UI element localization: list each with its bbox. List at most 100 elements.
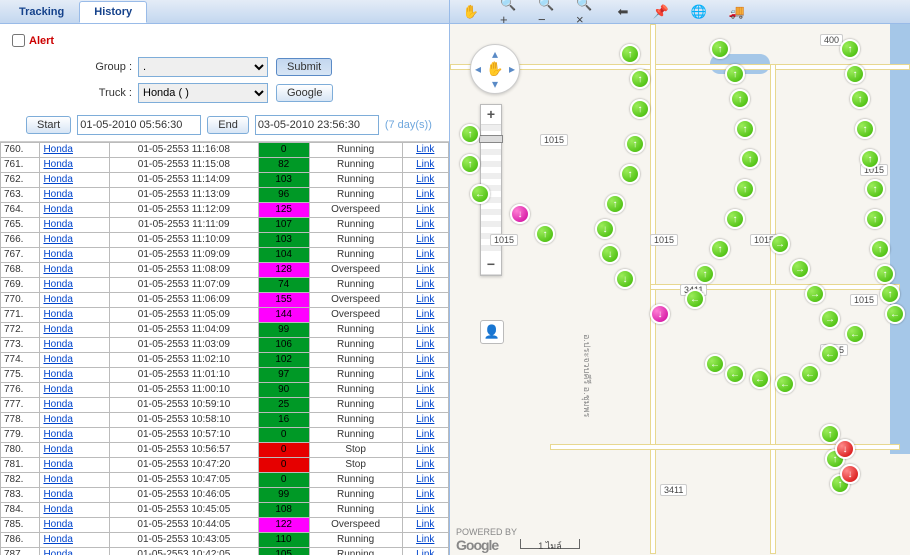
row-link[interactable]: Link <box>402 188 448 203</box>
map-marker[interactable]: ↑ <box>620 164 640 184</box>
history-table-wrap[interactable]: 760.Honda01-05-2553 11:16:080RunningLink… <box>0 141 449 555</box>
row-truck[interactable]: Honda <box>40 458 110 473</box>
row-link[interactable]: Link <box>402 428 448 443</box>
map-marker[interactable]: ← <box>470 184 490 204</box>
pan-south[interactable]: ▾ <box>492 77 498 91</box>
map-marker[interactable]: ↑ <box>460 124 480 144</box>
map-marker[interactable]: ↑ <box>875 264 895 284</box>
row-truck[interactable]: Honda <box>40 503 110 518</box>
map-marker[interactable]: ↑ <box>870 239 890 259</box>
map-marker[interactable]: ↑ <box>605 194 625 214</box>
map-marker[interactable]: ↑ <box>735 179 755 199</box>
pan-west[interactable]: ◂ <box>475 62 481 76</box>
zoom-in[interactable]: + <box>481 105 501 125</box>
map-marker[interactable]: ← <box>750 369 770 389</box>
map-marker[interactable]: ← <box>725 364 745 384</box>
start-button[interactable]: Start <box>26 116 71 134</box>
row-truck[interactable]: Honda <box>40 263 110 278</box>
map-marker[interactable]: ← <box>885 304 905 324</box>
globe-tool[interactable]: 🌐 <box>690 3 708 21</box>
end-button[interactable]: End <box>207 116 249 134</box>
row-link[interactable]: Link <box>402 308 448 323</box>
map-marker[interactable]: ↑ <box>735 119 755 139</box>
row-link[interactable]: Link <box>402 458 448 473</box>
row-link[interactable]: Link <box>402 533 448 548</box>
row-link[interactable]: Link <box>402 248 448 263</box>
tab-history[interactable]: History <box>79 1 147 23</box>
row-truck[interactable]: Honda <box>40 203 110 218</box>
row-link[interactable]: Link <box>402 368 448 383</box>
row-truck[interactable]: Honda <box>40 143 110 158</box>
row-truck[interactable]: Honda <box>40 173 110 188</box>
map-marker[interactable]: ↑ <box>865 179 885 199</box>
map-marker[interactable]: ← <box>800 364 820 384</box>
map-marker[interactable]: → <box>770 234 790 254</box>
map-marker[interactable]: ↑ <box>630 69 650 89</box>
map-marker[interactable]: ← <box>820 344 840 364</box>
row-link[interactable]: Link <box>402 203 448 218</box>
row-truck[interactable]: Honda <box>40 218 110 233</box>
map-marker[interactable]: ↑ <box>880 284 900 304</box>
row-link[interactable]: Link <box>402 263 448 278</box>
map-marker[interactable]: ↑ <box>535 224 555 244</box>
map-marker[interactable]: → <box>805 284 825 304</box>
end-date-input[interactable] <box>255 115 379 135</box>
row-truck[interactable]: Honda <box>40 368 110 383</box>
streetview-button[interactable]: 👤 <box>480 320 504 344</box>
zoom-thumb[interactable] <box>479 135 503 143</box>
row-truck[interactable]: Honda <box>40 548 110 555</box>
map-marker[interactable]: ↑ <box>725 209 745 229</box>
row-truck[interactable]: Honda <box>40 398 110 413</box>
row-link[interactable]: Link <box>402 323 448 338</box>
map-marker[interactable]: → <box>820 309 840 329</box>
row-link[interactable]: Link <box>402 338 448 353</box>
pan-center[interactable]: ✋ <box>486 61 503 78</box>
row-link[interactable]: Link <box>402 503 448 518</box>
map-marker[interactable]: ↑ <box>710 39 730 59</box>
row-truck[interactable]: Honda <box>40 383 110 398</box>
map-marker[interactable]: ↑ <box>865 209 885 229</box>
row-truck[interactable]: Honda <box>40 473 110 488</box>
row-link[interactable]: Link <box>402 233 448 248</box>
pan-east[interactable]: ▸ <box>509 62 515 76</box>
map-marker[interactable]: ↓ <box>615 269 635 289</box>
row-truck[interactable]: Honda <box>40 413 110 428</box>
map-marker[interactable]: ↑ <box>695 264 715 284</box>
map-marker[interactable]: ↑ <box>845 64 865 84</box>
row-truck[interactable]: Honda <box>40 323 110 338</box>
alert-checkbox[interactable] <box>12 34 25 47</box>
row-link[interactable]: Link <box>402 488 448 503</box>
row-truck[interactable]: Honda <box>40 353 110 368</box>
tab-tracking[interactable]: Tracking <box>4 1 79 22</box>
map-marker[interactable]: ← <box>845 324 865 344</box>
map-marker[interactable]: ← <box>705 354 725 374</box>
row-link[interactable]: Link <box>402 518 448 533</box>
map-marker[interactable]: ↑ <box>460 154 480 174</box>
map-marker[interactable]: ↑ <box>630 99 650 119</box>
row-truck[interactable]: Honda <box>40 533 110 548</box>
map-marker[interactable]: ↓ <box>510 204 530 224</box>
pan-north[interactable]: ▴ <box>492 47 498 61</box>
map-marker[interactable]: ↓ <box>835 439 855 459</box>
map-marker[interactable]: ↓ <box>595 219 615 239</box>
row-link[interactable]: Link <box>402 473 448 488</box>
row-link[interactable]: Link <box>402 413 448 428</box>
row-link[interactable]: Link <box>402 383 448 398</box>
row-truck[interactable]: Honda <box>40 233 110 248</box>
row-truck[interactable]: Honda <box>40 443 110 458</box>
map-marker[interactable]: ↑ <box>620 44 640 64</box>
row-truck[interactable]: Honda <box>40 338 110 353</box>
zoom-reset-tool[interactable]: 🔍× <box>576 3 594 21</box>
row-link[interactable]: Link <box>402 443 448 458</box>
row-truck[interactable]: Honda <box>40 488 110 503</box>
map-marker[interactable]: ↑ <box>855 119 875 139</box>
row-link[interactable]: Link <box>402 548 448 555</box>
row-truck[interactable]: Honda <box>40 278 110 293</box>
row-link[interactable]: Link <box>402 278 448 293</box>
map-marker[interactable]: ↓ <box>600 244 620 264</box>
truck-select[interactable]: Honda ( ) <box>138 83 268 103</box>
row-link[interactable]: Link <box>402 173 448 188</box>
row-link[interactable]: Link <box>402 143 448 158</box>
row-truck[interactable]: Honda <box>40 248 110 263</box>
map-marker[interactable]: ↑ <box>740 149 760 169</box>
